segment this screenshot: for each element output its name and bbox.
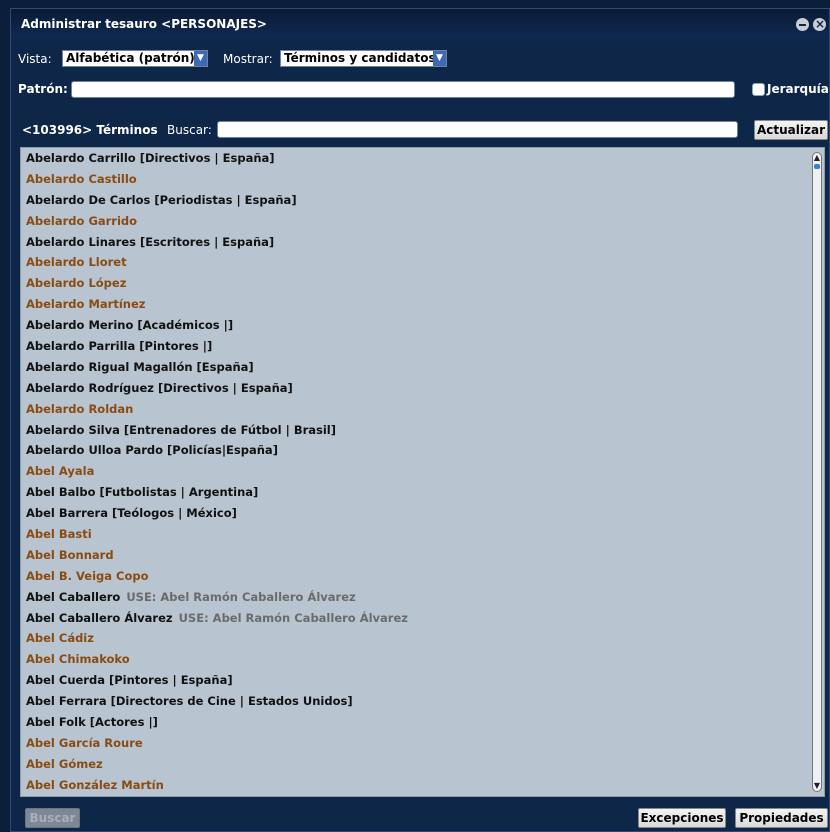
list-item[interactable]: Abelardo Carrillo [Directivos | España]: [21, 148, 824, 169]
term-text: Abelardo Parrilla [Pintores |]: [26, 339, 213, 354]
chevron-down-icon[interactable]: ▼: [194, 51, 207, 66]
mostrar-value: Términos y candidatos: [284, 51, 436, 65]
term-text: Abelardo De Carlos [Periodistas | España…: [26, 192, 297, 207]
term-text: Abelardo Silva [Entrenadores de Fútbol |…: [26, 422, 337, 437]
list-item[interactable]: Abelardo Martínez: [21, 294, 824, 315]
list-item[interactable]: Abel Cuerda [Pintores | España]: [21, 670, 824, 691]
actualizar-button[interactable]: Actualizar: [754, 120, 828, 140]
list-item[interactable]: Abel Balbo [Futbolistas | Argentina]: [21, 482, 824, 503]
term-text: Abel Basti: [26, 527, 92, 542]
list-item[interactable]: Abelardo Rigual Magallón [España]: [21, 357, 824, 378]
list-item[interactable]: Abelardo Lloret: [21, 252, 824, 273]
term-text: Abelardo Roldan: [26, 401, 134, 416]
list-item[interactable]: Abelardo López: [21, 273, 824, 294]
term-text: Abelardo Garrido: [26, 213, 138, 228]
list-item[interactable]: Abelardo Silva [Entrenadores de Fútbol |…: [21, 420, 824, 441]
buscar-label: Buscar:: [167, 123, 212, 137]
term-text: Abel Ferrara [Directores de Cine | Estad…: [26, 694, 353, 709]
list-item[interactable]: Abel Caballero Álvarez USE: Abel Ramón Ca…: [21, 608, 824, 629]
list-item[interactable]: Abelardo Castillo: [21, 169, 824, 190]
list-item[interactable]: Abelardo Merino [Académicos |]: [21, 315, 824, 336]
term-text: Abel Gómez: [26, 756, 103, 771]
list-item[interactable]: Abel B. Veiga Copo: [21, 566, 824, 587]
term-text: Abel Chimakoko: [26, 652, 130, 667]
term-text: Abelardo Linares [Escritores | España]: [26, 234, 275, 249]
list-item[interactable]: Abel Basti: [21, 524, 824, 545]
list-item[interactable]: Abel Caballero USE: Abel Ramón Caballero …: [21, 587, 824, 608]
term-text: Abel Cuerda [Pintores | España]: [26, 673, 233, 688]
term-text: Abel Cádiz: [26, 631, 94, 646]
list-item[interactable]: Abelardo Garrido: [21, 211, 824, 232]
term-text: Abel Caballero Álvarez: [26, 610, 173, 625]
term-text: Abel B. Veiga Copo: [26, 568, 149, 583]
scroll-thumb[interactable]: [814, 164, 820, 169]
list-item[interactable]: Abel Gómez: [21, 754, 824, 775]
use-reference: USE: Abel Ramón Caballero Álvarez: [178, 610, 408, 625]
term-text: Abelardo Carrillo [Directivos | España]: [26, 151, 275, 165]
vista-value: Alfabética (patrón): [66, 51, 195, 65]
jerarquia-checkbox[interactable]: [752, 83, 765, 96]
minimize-icon[interactable]: [796, 18, 809, 31]
term-text: Abelardo López: [26, 276, 127, 291]
scroll-down-icon[interactable]: ▼: [813, 781, 821, 791]
window-titlebar: Administrar tesauro <PERSONAJES>: [11, 9, 829, 39]
thesaurus-window: Administrar tesauro <PERSONAJES> Vista: …: [10, 8, 830, 832]
propiedades-button[interactable]: Propiedades: [735, 808, 828, 828]
list-item[interactable]: Abel González Martín: [21, 775, 824, 796]
term-list: Abelardo Carrillo [Directivos | España] A…: [20, 147, 825, 797]
list-item[interactable]: Abel Folk [Actores |]: [21, 712, 824, 733]
term-text: Abelardo Lloret: [26, 255, 127, 270]
vista-select[interactable]: Alfabética (patrón) ▼: [62, 50, 208, 67]
list-item[interactable]: Abelardo Parrilla [Pintores |]: [21, 336, 824, 357]
mostrar-select[interactable]: Términos y candidatos ▼: [280, 50, 447, 67]
list-item[interactable]: Abel Cádiz: [21, 628, 824, 649]
term-text: Abel García Roure: [26, 735, 143, 750]
term-text: Abel Barrera [Teólogos | México]: [26, 506, 237, 521]
search-input[interactable]: [217, 121, 738, 138]
close-icon[interactable]: [813, 9, 826, 39]
list-item[interactable]: Abel Ayala: [21, 461, 824, 482]
excepciones-button[interactable]: Excepciones: [638, 808, 726, 828]
scrollbar[interactable]: ▲ ▼: [812, 152, 822, 792]
use-reference: USE: Abel Ramón Caballero Álvarez: [126, 589, 356, 604]
list-item[interactable]: Abelardo De Carlos [Periodistas | España…: [21, 190, 824, 211]
term-rows: Abelardo Carrillo [Directivos | España] A…: [21, 148, 824, 796]
term-count: <103996> Términos: [22, 123, 158, 137]
term-text: Abel Folk [Actores |]: [26, 715, 158, 730]
list-item[interactable]: Abelardo Ulloa Pardo [Policías|España]: [21, 440, 824, 461]
buscar-button[interactable]: Buscar: [25, 808, 80, 828]
list-item[interactable]: Abel Chimakoko: [21, 649, 824, 670]
patron-input[interactable]: [71, 81, 735, 98]
term-text: Abel González Martín: [26, 777, 164, 792]
patron-label: Patrón:: [18, 82, 68, 96]
jerarquia-label: Jerarquía: [767, 82, 829, 96]
term-text: Abelardo Rodríguez [Directivos | España]: [26, 380, 293, 395]
list-item[interactable]: Abel Barrera [Teólogos | México]: [21, 503, 824, 524]
term-text: Abel Caballero: [26, 589, 121, 604]
list-item[interactable]: Abel Ferrara [Directores de Cine | Estad…: [21, 691, 824, 712]
list-item[interactable]: Abelardo Linares [Escritores | España]: [21, 232, 824, 253]
chevron-down-icon[interactable]: ▼: [433, 51, 446, 66]
term-text: Abel Ayala: [26, 464, 95, 479]
list-item[interactable]: Abelardo Rodríguez [Directivos | España]: [21, 378, 824, 399]
term-text: Abelardo Martínez: [26, 297, 146, 312]
term-text: Abelardo Ulloa Pardo [Policías|España]: [26, 443, 278, 458]
list-item[interactable]: Abel Bonnard: [21, 545, 824, 566]
vista-label: Vista:: [18, 52, 52, 66]
term-text: Abelardo Merino [Académicos |]: [26, 318, 234, 333]
term-text: Abelardo Castillo: [26, 171, 137, 186]
mostrar-label: Mostrar:: [223, 52, 273, 66]
term-text: Abel Bonnard: [26, 547, 114, 562]
list-item[interactable]: Abelardo Roldan: [21, 399, 824, 420]
list-item[interactable]: Abel García Roure: [21, 733, 824, 754]
term-text: Abelardo Rigual Magallón [España]: [26, 359, 254, 374]
scroll-up-icon[interactable]: ▲: [813, 153, 821, 163]
term-text: Abel Balbo [Futbolistas | Argentina]: [26, 485, 259, 500]
window-title: Administrar tesauro <PERSONAJES>: [21, 17, 267, 31]
